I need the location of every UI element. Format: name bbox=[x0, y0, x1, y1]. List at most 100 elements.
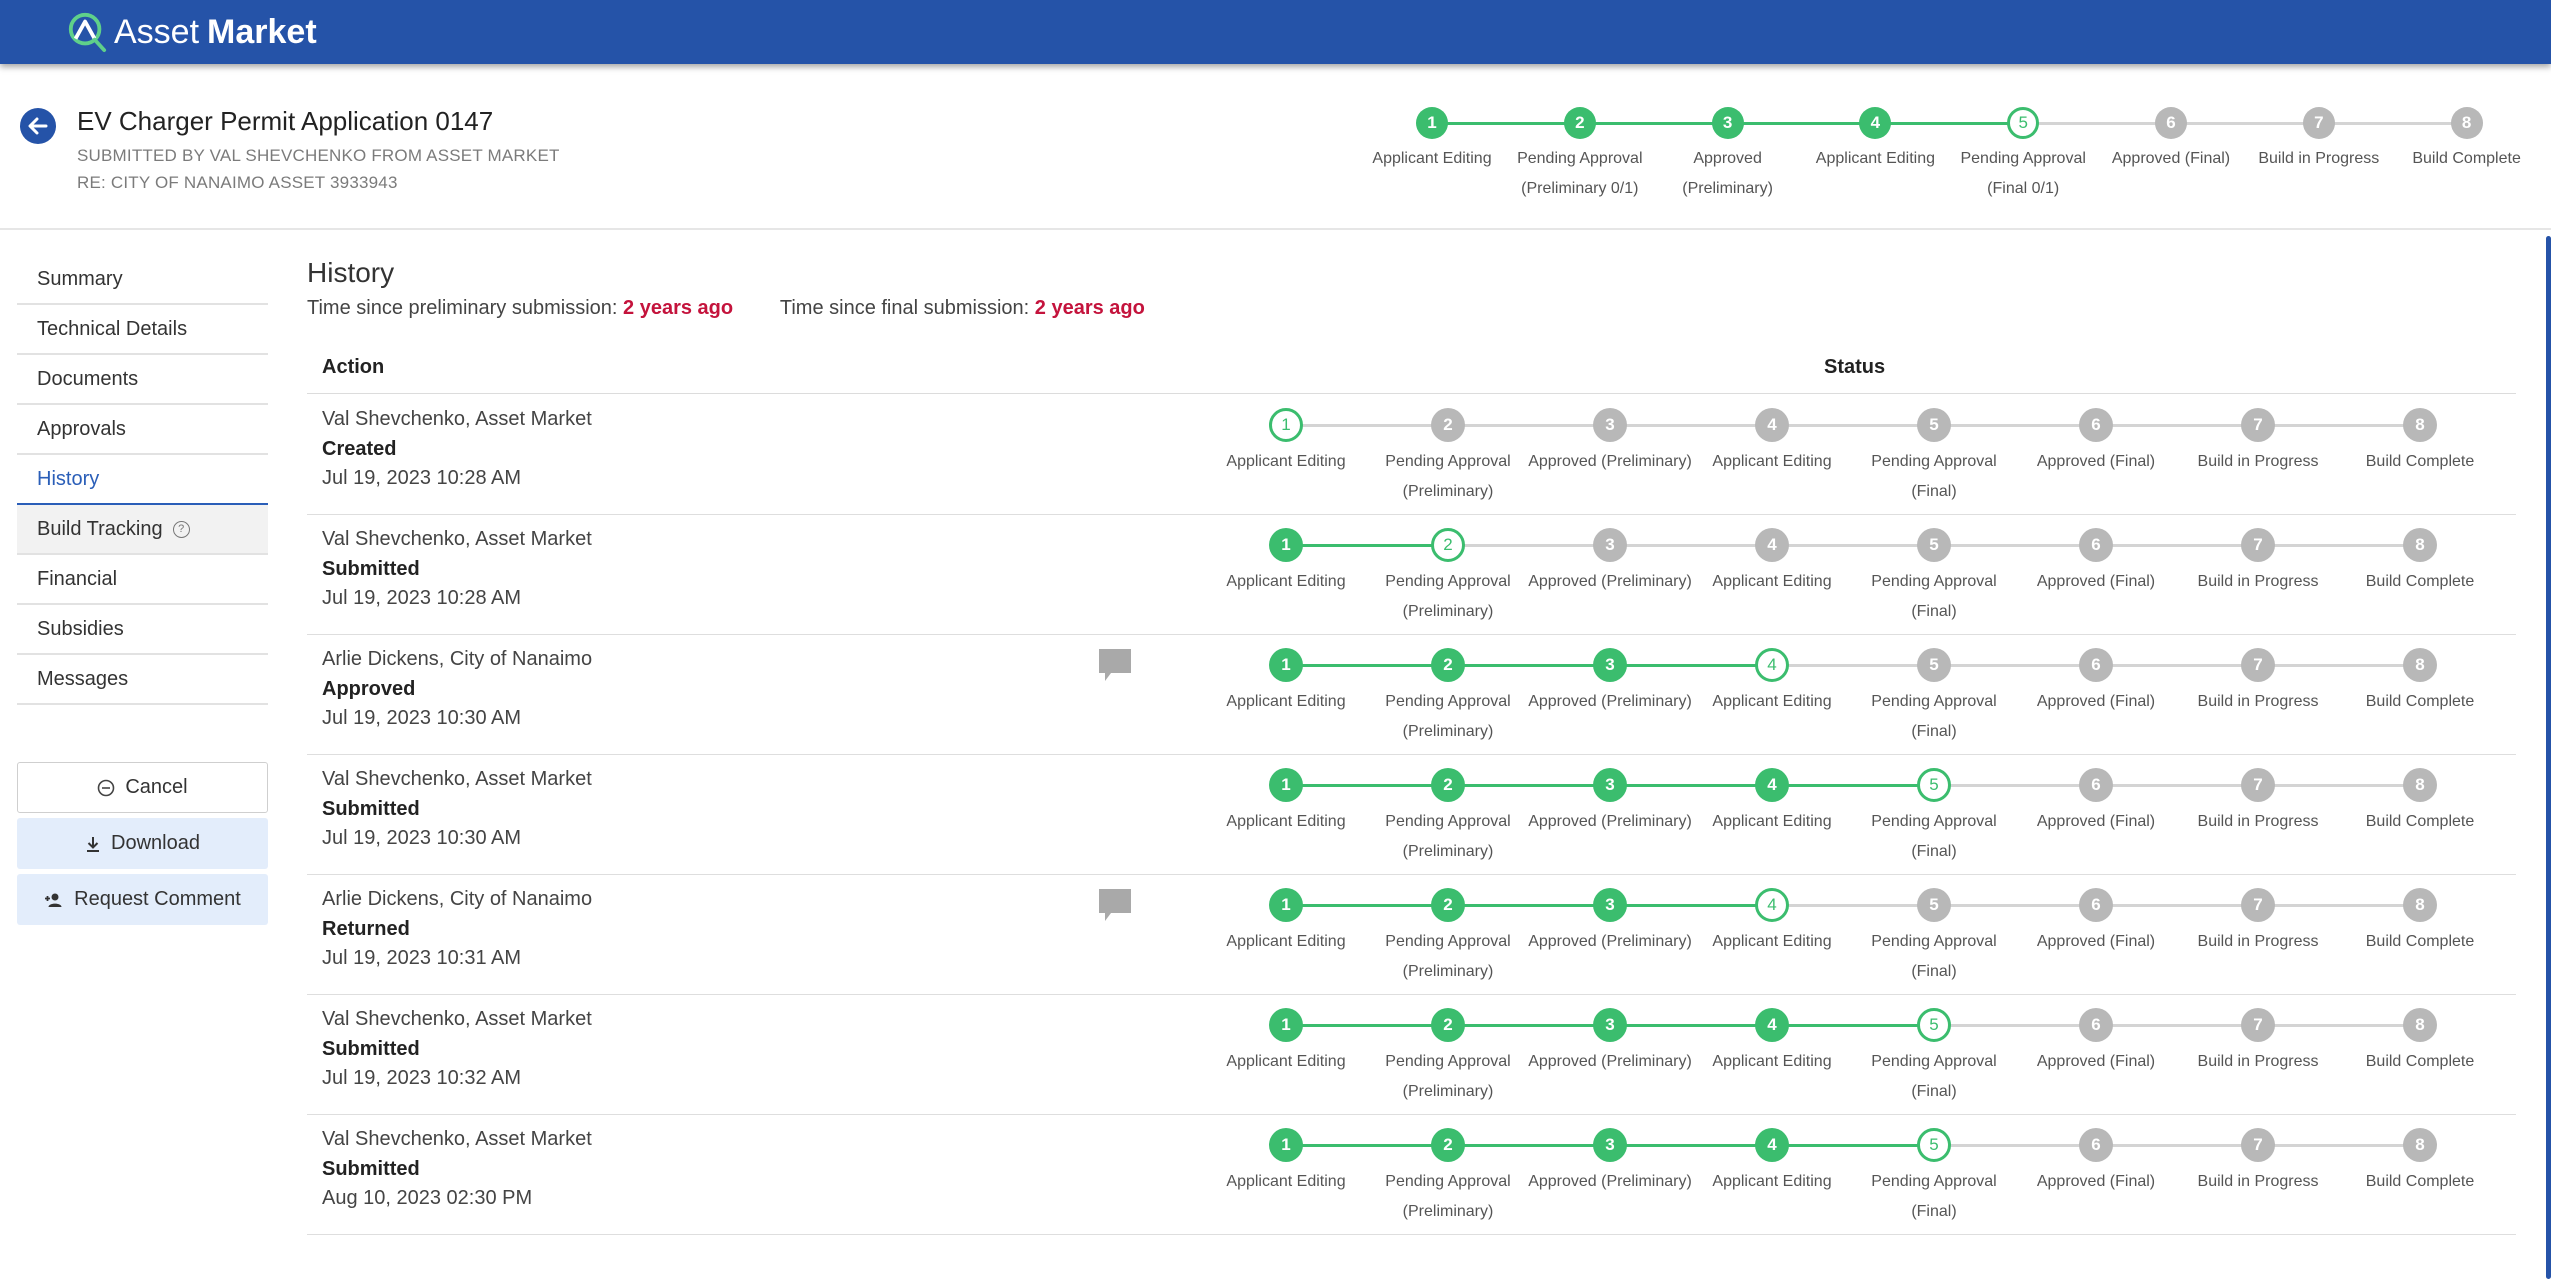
step-6-marker: 6 bbox=[2079, 768, 2113, 802]
stepper-connector bbox=[1934, 1143, 2096, 1147]
sidebar-item-label: Messages bbox=[37, 667, 129, 690]
request-comment-button[interactable]: Request Comment bbox=[17, 874, 268, 925]
step-2-marker: 2 bbox=[1431, 648, 1465, 682]
step-7-marker: 7 bbox=[2302, 107, 2335, 139]
step-4-marker: 4 bbox=[1859, 107, 1892, 139]
sidebar-item-label: Documents bbox=[37, 367, 139, 390]
step-label-line2: (Preliminary) bbox=[1402, 1203, 1494, 1220]
stepper-connector bbox=[1286, 903, 1448, 907]
step-4-marker: 4 bbox=[1755, 408, 1789, 442]
submitted-by-text: SUBMITTED BY VAL SHEVCHENKO FROM ASSET M… bbox=[77, 146, 560, 165]
app-logo[interactable]: Asset Market bbox=[66, 10, 317, 54]
step-label-line2: (Final) bbox=[1911, 1083, 1957, 1100]
step-label-line2: (Final) bbox=[1911, 723, 1957, 740]
history-row: Val Shevchenko, Asset Market Submitted Jul… bbox=[307, 995, 2516, 1115]
stepper-connector bbox=[2096, 423, 2258, 427]
stepper-connector bbox=[2258, 1143, 2420, 1147]
step-label-line1: Build Complete bbox=[2412, 150, 2521, 167]
comment-icon[interactable] bbox=[1097, 647, 1133, 690]
step-3-marker: 3 bbox=[1593, 408, 1627, 442]
step-label-line1: Applicant Editing bbox=[1372, 150, 1492, 167]
step-label-line1: Build Complete bbox=[2365, 693, 2475, 710]
cancel-button[interactable]: Cancel bbox=[17, 762, 268, 813]
stepper-connector bbox=[2096, 663, 2258, 667]
step-4-marker: 4 bbox=[1755, 648, 1789, 682]
stepper-connector bbox=[1448, 543, 1610, 547]
sidebar-item-messages[interactable]: Messages bbox=[17, 655, 268, 705]
step-6-marker: 6 bbox=[2079, 408, 2113, 442]
step-4-marker: 4 bbox=[1755, 1008, 1789, 1042]
request-comment-label: Request Comment bbox=[74, 888, 241, 910]
step-4-marker: 4 bbox=[1755, 528, 1789, 562]
history-row: Val Shevchenko, Asset Market Created Jul 1… bbox=[307, 395, 2516, 515]
stepper-connector bbox=[2023, 121, 2171, 125]
step-4-marker: 4 bbox=[1755, 768, 1789, 802]
download-label: Download bbox=[111, 832, 200, 854]
stepper-connector bbox=[1610, 1023, 1772, 1027]
stepper-connector bbox=[1934, 783, 2096, 787]
sidebar-item-financial[interactable]: Financial bbox=[17, 555, 268, 605]
stepper-connector bbox=[1448, 783, 1610, 787]
stepper-connector bbox=[1772, 783, 1934, 787]
sidebar-item-history[interactable]: History bbox=[17, 455, 268, 505]
stepper-connector bbox=[1610, 423, 1772, 427]
step-8-label: Build Complete bbox=[2394, 144, 2539, 174]
step-label-line1: Pending Approval bbox=[1517, 150, 1643, 167]
sidebar-item-summary[interactable]: Summary bbox=[17, 255, 268, 305]
step-3-marker: 3 bbox=[1593, 768, 1627, 802]
step-label-line2: (Final) bbox=[1911, 483, 1957, 500]
scrollbar[interactable] bbox=[2546, 236, 2551, 1279]
sidebar-item-approvals[interactable]: Approvals bbox=[17, 405, 268, 455]
history-timestamp: Jul 19, 2023 10:28 AM bbox=[322, 587, 522, 609]
scrollbar-thumb[interactable] bbox=[2546, 236, 2551, 1279]
step-1-marker: 1 bbox=[1269, 528, 1303, 562]
back-button[interactable] bbox=[20, 108, 56, 144]
history-timestamp: Jul 19, 2023 10:28 AM bbox=[322, 467, 522, 489]
column-header-status: Status bbox=[1824, 356, 1886, 378]
sidebar-item-subsidies[interactable]: Subsidies bbox=[17, 605, 268, 655]
stepper-connector bbox=[1448, 903, 1610, 907]
stepper-connector bbox=[1934, 663, 2096, 667]
step-3-marker: 3 bbox=[1593, 1128, 1627, 1162]
step-5-marker: 5 bbox=[2007, 107, 2040, 139]
sidebar-item-label: Technical Details bbox=[37, 317, 188, 340]
sidebar-item-label: Approvals bbox=[37, 417, 126, 440]
step-label-line2: (Preliminary) bbox=[1402, 483, 1494, 500]
step-1-marker: 1 bbox=[1269, 768, 1303, 802]
history-row: Arlie Dickens, City of Nanaimo Returned Ju… bbox=[307, 875, 2516, 995]
sidebar-item-technical-details[interactable]: Technical Details bbox=[17, 305, 268, 355]
step-4-label: Applicant Editing bbox=[1803, 144, 1948, 174]
step-3-marker: 3 bbox=[1593, 1008, 1627, 1042]
stepper-connector bbox=[2258, 423, 2420, 427]
arrow-left-icon bbox=[28, 117, 48, 135]
step-6-marker: 6 bbox=[2079, 648, 2113, 682]
history-timestamp: Aug 10, 2023 02:30 PM bbox=[322, 1187, 533, 1209]
download-button[interactable]: Download bbox=[17, 818, 268, 869]
step-6-marker: 6 bbox=[2079, 1128, 2113, 1162]
final-time-label: Time since final submission: bbox=[779, 297, 1030, 319]
stepper-connector bbox=[1579, 121, 1728, 125]
step-2-marker: 2 bbox=[1431, 888, 1465, 922]
help-icon[interactable]: ? bbox=[172, 520, 190, 538]
sidebar-item-build-tracking[interactable]: Build Tracking? bbox=[17, 505, 268, 555]
stepper-connector bbox=[2318, 121, 2467, 125]
step-label-line2: (Final 0/1) bbox=[1987, 180, 2060, 197]
step-8-marker: 8 bbox=[2403, 1128, 2437, 1162]
step-2-marker: 2 bbox=[1431, 408, 1465, 442]
step-8-marker: 8 bbox=[2403, 1008, 2437, 1042]
stepper-connector bbox=[1448, 663, 1610, 667]
step-1-marker: 1 bbox=[1269, 648, 1303, 682]
stepper-connector bbox=[1448, 1023, 1610, 1027]
stepper-connector bbox=[1286, 783, 1448, 787]
stepper-connector bbox=[1772, 903, 1934, 907]
sidebar-item-documents[interactable]: Documents bbox=[17, 355, 268, 405]
step-label-line2: (Final) bbox=[1911, 963, 1957, 980]
step-label-line2: (Preliminary 0/1) bbox=[1521, 180, 1639, 197]
step-3-marker: 3 bbox=[1711, 107, 1744, 139]
comment-icon[interactable] bbox=[1097, 887, 1133, 930]
step-2-marker: 2 bbox=[1431, 528, 1465, 562]
page-title: EV Charger Permit Application 0147 bbox=[77, 106, 494, 136]
step-4-marker: 4 bbox=[1755, 888, 1789, 922]
stepper-connector bbox=[2096, 903, 2258, 907]
asset-reference-text: RE: CITY OF NANAIMO ASSET 3933943 bbox=[77, 173, 398, 192]
